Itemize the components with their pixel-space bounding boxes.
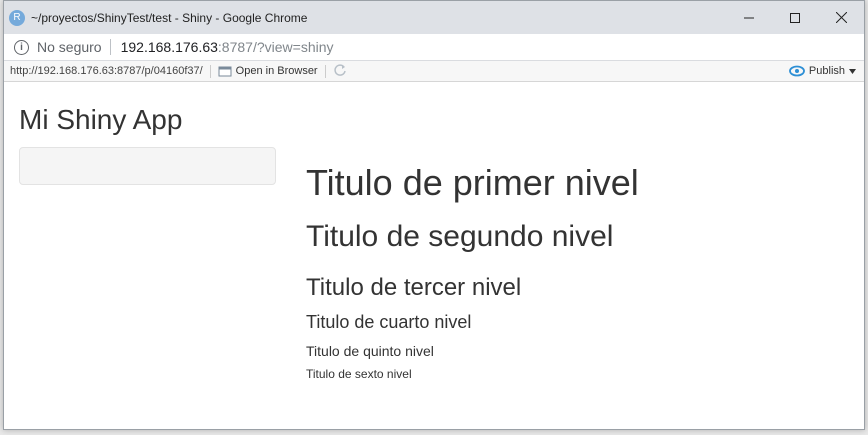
heading-level-2: Titulo de segundo nivel [306,220,614,253]
address-divider [109,39,111,55]
toolbar-divider [209,64,211,78]
viewer-url: http://192.168.176.63:8787/p/04160f37/ [10,65,203,77]
main-panel: Titulo de primer nivel Titulo de segundo… [306,162,639,381]
maximize-button[interactable] [772,1,818,34]
address-bar[interactable]: i No seguro 192.168.176.63:8787/?view=sh… [4,34,864,61]
sidebar-panel [19,147,276,185]
window-controls [726,1,864,34]
minimize-icon [744,17,754,18]
app-title: Mi Shiny App [19,104,183,135]
minimize-button[interactable] [726,1,772,34]
heading-level-4: Titulo de cuarto nivel [306,312,472,332]
rstudio-viewer-toolbar: http://192.168.176.63:8787/p/04160f37/ O… [4,61,864,82]
title-bar: R ~/proyectos/ShinyTest/test - Shiny - G… [4,1,864,34]
publish-icon [789,65,805,77]
heading-level-6: Titulo de sexto nivel [306,367,412,381]
info-icon[interactable]: i [14,39,29,55]
chevron-down-icon [849,68,856,74]
open-browser-icon [218,66,232,77]
rstudio-app-icon: R [9,9,25,26]
window-title: ~/proyectos/ShinyTest/test - Shiny - Goo… [31,10,308,25]
security-label[interactable]: No seguro [37,39,102,55]
maximize-icon [790,12,800,23]
heading-level-5: Titulo de quinto nivel [306,343,434,359]
publish-button[interactable]: Publish [789,61,856,81]
close-icon [835,12,847,23]
browser-window: R ~/proyectos/ShinyTest/test - Shiny - G… [3,0,865,430]
close-button[interactable] [818,1,864,34]
heading-level-3: Titulo de tercer nivel [306,274,522,301]
publish-label: Publish [808,65,845,77]
open-in-browser-label: Open in Browser [235,65,318,77]
url-path[interactable]: :8787/?view=shiny [218,39,334,55]
open-in-browser-button[interactable]: Open in Browser [218,65,318,77]
url-host[interactable]: 192.168.176.63 [121,39,218,55]
heading-level-1: Titulo de primer nivel [306,162,639,203]
refresh-button[interactable] [333,63,347,80]
refresh-icon [333,63,346,76]
toolbar-divider [324,64,326,78]
